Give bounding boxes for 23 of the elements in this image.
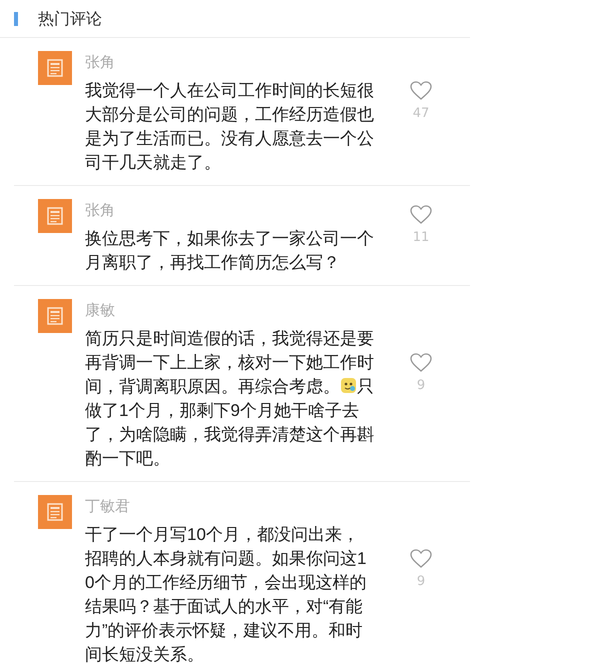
accent-bar — [14, 12, 18, 26]
author-name: 张角 — [85, 52, 116, 73]
heart-icon[interactable] — [410, 80, 432, 101]
section-title: 热门评论 — [38, 8, 102, 30]
newspaper-icon — [47, 307, 63, 325]
heart-icon[interactable] — [410, 352, 432, 373]
heart-icon[interactable] — [410, 204, 432, 225]
author-name: 康敏 — [85, 300, 116, 321]
comment-text: 换位思考下，如果你去了一家公司一个月离职了，再找工作简历怎么写？ — [85, 228, 374, 274]
like-count: 9 — [416, 376, 426, 395]
comment-text: 我觉得一个人在公司工作时间的长短很大部分是公司的问题，工作经历造假也是为了生活而已。没有人愿意去一个公司干几天就走了。 — [85, 80, 374, 174]
emoji-icon — [340, 377, 357, 394]
newspaper-icon — [47, 207, 63, 225]
author-name: 丁敏君 — [85, 496, 131, 517]
heart-icon[interactable] — [410, 548, 432, 569]
comment-text: 简历只是时间造假的话，我觉得还是要再背调一下上上家，核对一下她工作时间，背调离职原因。再综合考虑。 只做了1个月，那剩下9个月她干啥子去了，为啥隐瞒，我觉得弄清楚这个再斟酌一下吧。 — [85, 328, 374, 470]
like-count: 11 — [412, 228, 430, 247]
newspaper-icon — [47, 503, 63, 521]
comment-text: 干了一个月写10个月，都没问出来，招聘的人本身就有问题。如果你问这10个月的工作经历细节，会出现这样的结果吗？基于面试人的水平，对“有能力”的评价表示怀疑，建议不用。和时间长短没关系。 — [85, 524, 368, 664]
like-count: 47 — [412, 104, 430, 123]
author-name: 张角 — [85, 200, 116, 221]
newspaper-icon — [47, 59, 63, 77]
like-count: 9 — [416, 572, 426, 591]
